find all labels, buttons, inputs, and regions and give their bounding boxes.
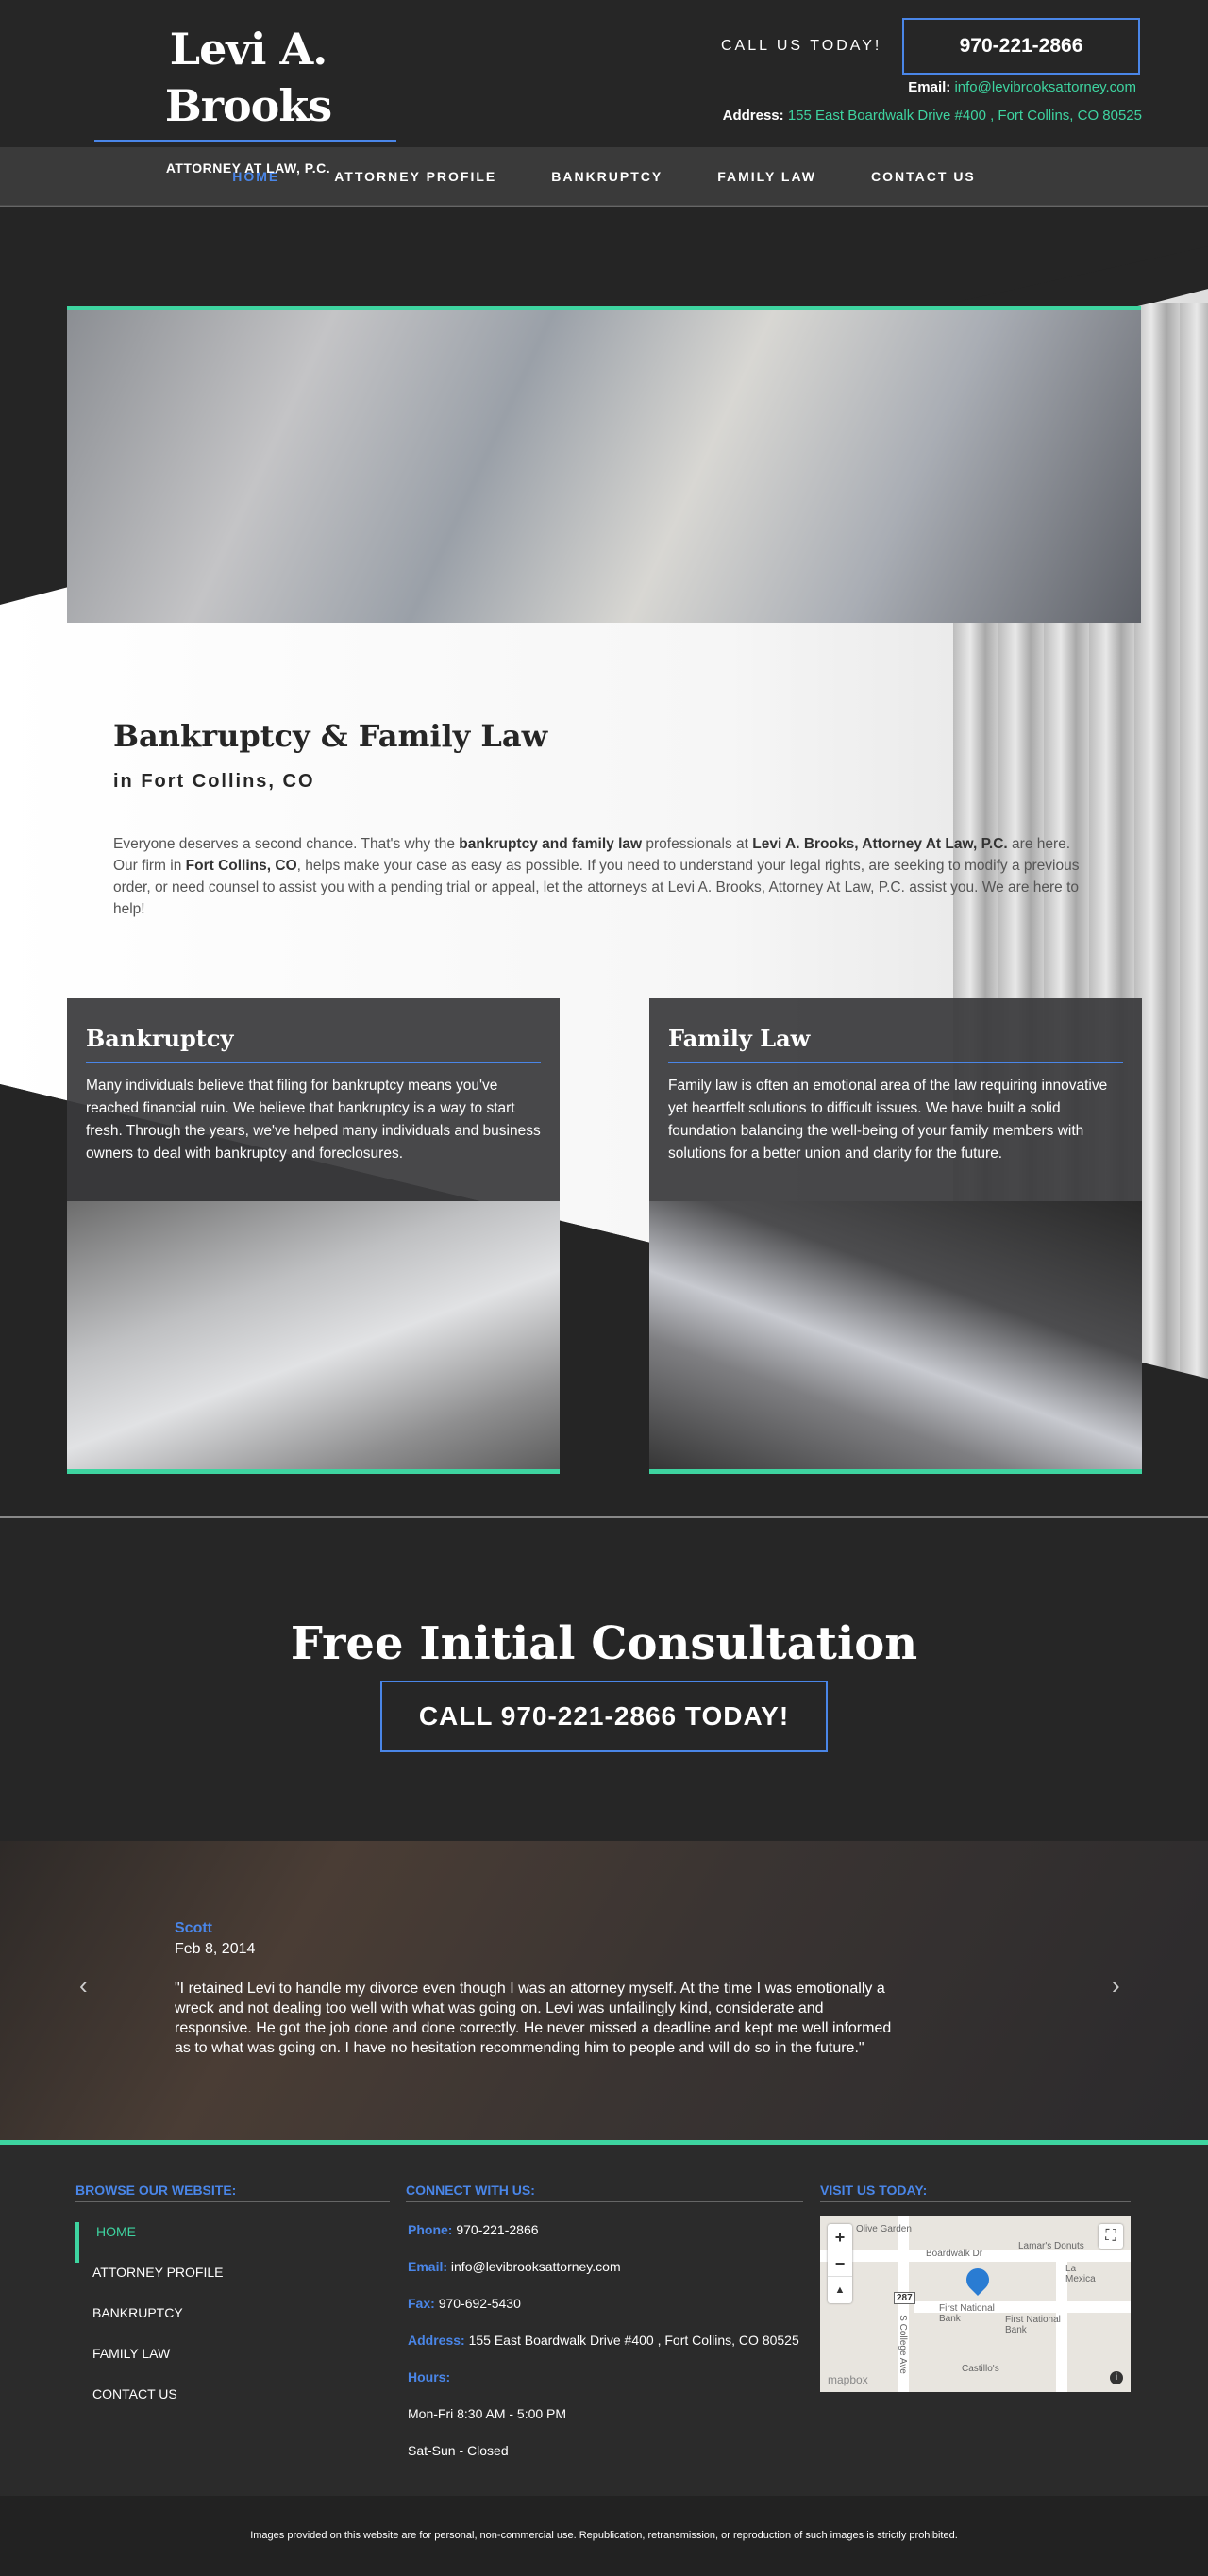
logo-name: Levi A. Brooks	[164, 24, 332, 131]
footer-phone-value[interactable]: 970-221-2866	[456, 2222, 538, 2237]
footer-nav: HOME ATTORNEY PROFILE BANKRUPTCY FAMILY …	[76, 2222, 223, 2425]
map-zoom-in-button[interactable]: +	[828, 2224, 852, 2250]
bankruptcy-card-text: Many individuals believe that filing for…	[86, 1078, 541, 1162]
family-law-card-overlay: Family Law Family law is often an emotio…	[649, 998, 1142, 1201]
map-zoom-controls: + − ▲	[828, 2224, 852, 2303]
map-label: First National Bank	[939, 2303, 995, 2324]
logo-subtitle: ATTORNEY AT LAW, P.C.	[165, 160, 331, 176]
chevron-left-icon[interactable]: ‹	[79, 1971, 88, 2000]
consultation-section: Free Initial Consultation CALL 970-221-2…	[0, 1518, 1208, 1841]
header-address-value: 155 East Boardwalk Drive #400 , Fort Col…	[787, 108, 1142, 124]
map-label: First National Bank	[1005, 2315, 1061, 2335]
site-footer: BROWSE OUR WEBSITE: CONNECT WITH US: VIS…	[0, 2145, 1208, 2496]
header-phone-button[interactable]: 970-221-2866	[902, 18, 1140, 75]
map-info-icon[interactable]: i	[1110, 2371, 1123, 2384]
footer-phone: Phone: 970-221-2866	[408, 2222, 539, 2237]
footer-browse-heading: BROWSE OUR WEBSITE:	[76, 2183, 390, 2202]
footer-link-attorney-profile[interactable]: ATTORNEY PROFILE	[76, 2263, 223, 2303]
nav-item-contact-us[interactable]: CONTACT US	[871, 169, 976, 184]
mapbox-logo: mapbox	[828, 2373, 868, 2386]
family-law-card-text: Family law is often an emotional area of…	[668, 1078, 1108, 1162]
hero-section: Bankruptcy & Family Law in Fort Collins,…	[0, 209, 1208, 1516]
header-address-label: Address:	[722, 108, 784, 124]
footer-link-family-law[interactable]: FAMILY LAW	[76, 2344, 223, 2384]
consultation-title: Free Initial Consultation	[290, 1617, 918, 1670]
hero-title: Bankruptcy & Family Law	[113, 718, 548, 754]
map-zoom-out-button[interactable]: −	[828, 2250, 852, 2277]
consultation-call-button[interactable]: CALL 970-221-2866 TODAY!	[380, 1681, 828, 1752]
testimonial-date: Feb 8, 2014	[175, 1941, 256, 1957]
chevron-right-icon[interactable]: ›	[1112, 1971, 1120, 2000]
bankruptcy-card[interactable]: Bankruptcy Many individuals believe that…	[67, 998, 560, 1474]
footer-link-home[interactable]: HOME	[76, 2222, 223, 2263]
disclaimer-bar: Images provided on this website are for …	[0, 2496, 1208, 2576]
family-law-card[interactable]: Family Law Family law is often an emotio…	[649, 998, 1142, 1474]
family-law-card-title: Family Law	[668, 1025, 1123, 1063]
footer-email: Email: info@levibrooksattorney.com	[408, 2259, 621, 2274]
map-label: Boardwalk Dr	[926, 2249, 983, 2259]
call-us-label: CALL US TODAY!	[721, 38, 882, 54]
footer-hours-label: Hours:	[408, 2369, 451, 2384]
site-header: Levi A. Brooks ATTORNEY AT LAW, P.C. CAL…	[0, 0, 1208, 176]
map-label: Olive Garden	[856, 2224, 912, 2234]
map-route-shield: 287	[894, 2292, 915, 2304]
hero-subtitle: in Fort Collins, CO	[113, 771, 315, 792]
testimonial-slider: ‹ Scott Feb 8, 2014 "I retained Levi to …	[0, 1841, 1208, 2145]
logo-rule	[94, 140, 396, 142]
map-label: S College Ave	[897, 2315, 908, 2374]
footer-hours-weekend: Sat-Sun - Closed	[408, 2443, 509, 2458]
map-pin-icon[interactable]	[962, 2264, 994, 2296]
footer-contact-info: Phone: 970-221-2866 Email: info@levibroo…	[408, 2222, 804, 2480]
map-reset-north-button[interactable]: ▲	[828, 2277, 852, 2303]
footer-email-value[interactable]: info@levibrooksattorney.com	[451, 2259, 621, 2274]
footer-address: Address: 155 East Boardwalk Drive #400 ,…	[408, 2333, 799, 2348]
footer-visit-heading: VISIT US TODAY:	[820, 2183, 1131, 2202]
footer-hours-weekday: Mon-Fri 8:30 AM - 5:00 PM	[408, 2406, 567, 2421]
header-email-link[interactable]: info@levibrooksattorney.com	[954, 79, 1136, 95]
nav-item-bankruptcy[interactable]: BANKRUPTCY	[551, 169, 663, 184]
nav-item-family-law[interactable]: FAMILY LAW	[717, 169, 816, 184]
hero-intro-text: Everyone deserves a second chance. That'…	[113, 836, 1080, 917]
footer-link-bankruptcy[interactable]: BANKRUPTCY	[76, 2303, 223, 2344]
header-email-label: Email:	[908, 79, 951, 95]
fullscreen-icon[interactable]: ⛶	[1099, 2224, 1123, 2249]
bankruptcy-card-title: Bankruptcy	[86, 1025, 541, 1063]
footer-fax: Fax: 970-692-5430	[408, 2296, 521, 2311]
map-label: La Mexica	[1065, 2264, 1096, 2284]
header-address: Address: 155 East Boardwalk Drive #400 ,…	[723, 108, 1142, 124]
hero-handshake-image	[67, 306, 1141, 623]
footer-link-contact-us[interactable]: CONTACT US	[76, 2384, 223, 2425]
family-law-card-image	[649, 1201, 1142, 1469]
map-label: Lamar's Donuts	[1018, 2241, 1084, 2251]
testimonial-quote: "I retained Levi to handle my divorce ev…	[175, 1981, 892, 2056]
testimonial-author: Scott	[175, 1920, 212, 1936]
logo[interactable]: Levi A. Brooks ATTORNEY AT LAW, P.C.	[94, 21, 398, 176]
footer-connect-heading: CONNECT WITH US:	[406, 2183, 803, 2202]
bankruptcy-card-image	[67, 1201, 560, 1469]
location-map[interactable]: Olive Garden Boardwalk Dr Lamar's Donuts…	[820, 2216, 1131, 2392]
map-label: Castillo's	[962, 2364, 999, 2374]
header-email: Email: info@levibrooksattorney.com	[908, 79, 1136, 95]
bankruptcy-card-overlay: Bankruptcy Many individuals believe that…	[67, 998, 560, 1201]
